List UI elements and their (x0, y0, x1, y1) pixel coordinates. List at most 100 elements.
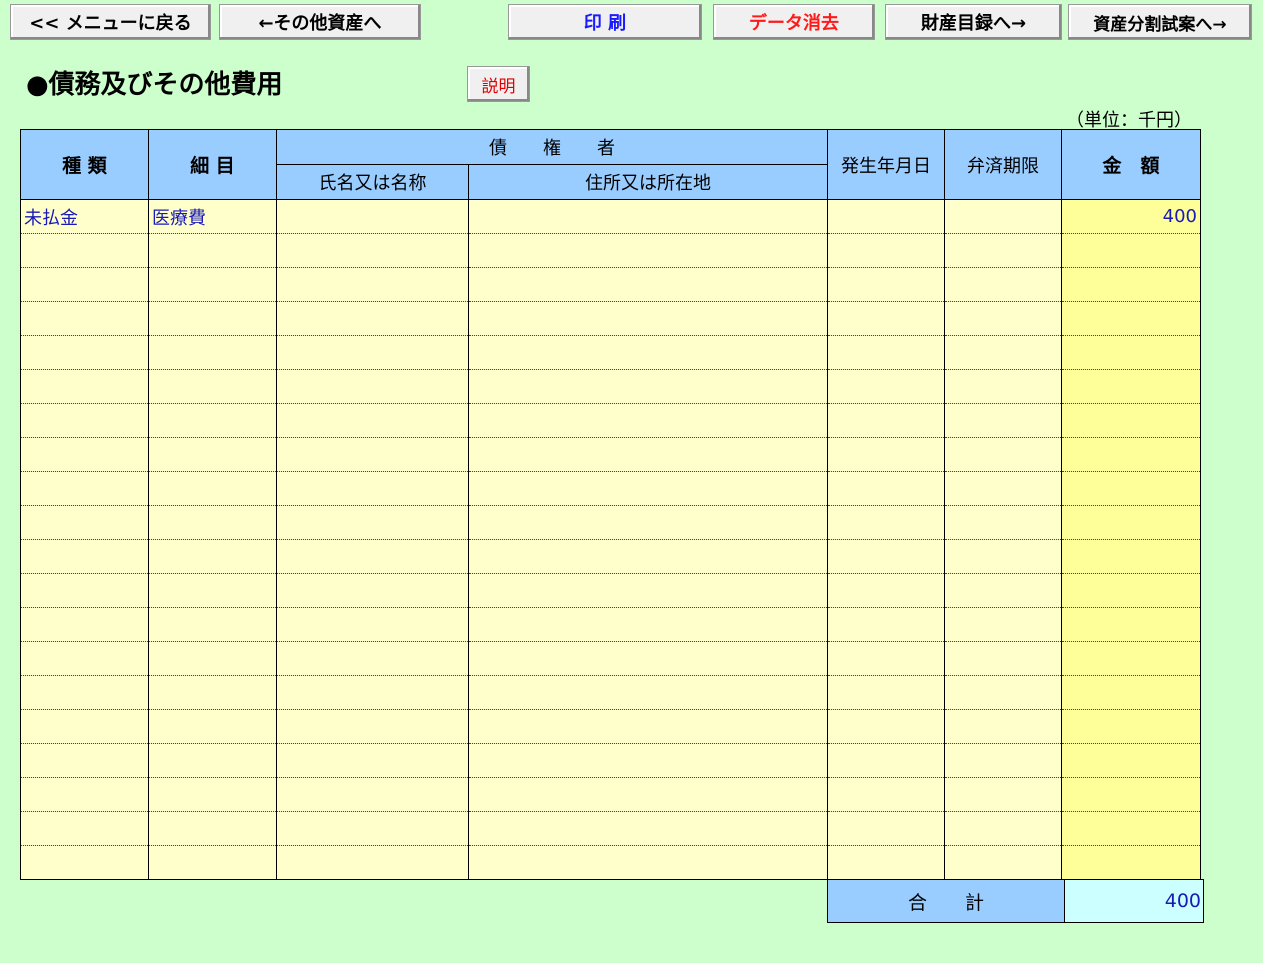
cell-kind[interactable] (20, 301, 149, 336)
cell-due[interactable] (944, 811, 1062, 846)
cell-item[interactable] (148, 811, 277, 846)
cell-item[interactable] (148, 437, 277, 472)
cell-name[interactable] (276, 335, 469, 370)
cell-kind[interactable] (20, 777, 149, 812)
cell-due[interactable] (944, 199, 1062, 234)
cell-kind[interactable] (20, 539, 149, 574)
cell-due[interactable] (944, 845, 1062, 880)
cell-amount[interactable] (1061, 811, 1201, 846)
cell-amount[interactable] (1061, 777, 1201, 812)
cell-kind[interactable] (20, 709, 149, 744)
cell-item[interactable] (148, 267, 277, 302)
print-button[interactable]: 印 刷 (508, 4, 702, 40)
cell-amount[interactable] (1061, 709, 1201, 744)
cell-address[interactable] (468, 505, 828, 540)
cell-item[interactable] (148, 777, 277, 812)
cell-due[interactable] (944, 709, 1062, 744)
cell-name[interactable] (276, 641, 469, 676)
cell-amount[interactable] (1061, 845, 1201, 880)
cell-date[interactable] (827, 539, 945, 574)
cell-item[interactable] (148, 471, 277, 506)
cell-address[interactable] (468, 437, 828, 472)
cell-name[interactable] (276, 539, 469, 574)
cell-name[interactable] (276, 199, 469, 234)
cell-item[interactable] (148, 607, 277, 642)
cell-due[interactable] (944, 641, 1062, 676)
cell-kind[interactable] (20, 335, 149, 370)
cell-name[interactable] (276, 675, 469, 710)
cell-address[interactable] (468, 573, 828, 608)
cell-name[interactable] (276, 811, 469, 846)
cell-amount[interactable] (1061, 335, 1201, 370)
cell-name[interactable] (276, 233, 469, 268)
cell-name[interactable] (276, 403, 469, 438)
cell-date[interactable] (827, 369, 945, 404)
cell-name[interactable] (276, 845, 469, 880)
cell-address[interactable] (468, 539, 828, 574)
cell-date[interactable] (827, 641, 945, 676)
cell-amount[interactable] (1061, 267, 1201, 302)
cell-date[interactable] (827, 675, 945, 710)
cell-item[interactable] (148, 743, 277, 778)
cell-address[interactable] (468, 845, 828, 880)
cell-address[interactable] (468, 777, 828, 812)
cell-address[interactable] (468, 709, 828, 744)
prev-other-assets-button[interactable]: ←その他資産へ (219, 4, 421, 40)
cell-date[interactable] (827, 301, 945, 336)
cell-address[interactable] (468, 233, 828, 268)
cell-name[interactable] (276, 777, 469, 812)
cell-kind[interactable] (20, 641, 149, 676)
cell-item[interactable] (148, 369, 277, 404)
cell-address[interactable] (468, 199, 828, 234)
cell-address[interactable] (468, 675, 828, 710)
cell-amount[interactable] (1061, 743, 1201, 778)
cell-item[interactable] (148, 573, 277, 608)
cell-due[interactable] (944, 369, 1062, 404)
division-plan-button[interactable]: 資産分割試案へ→ (1068, 4, 1252, 40)
cell-item[interactable]: 医療費 (148, 199, 277, 234)
cell-address[interactable] (468, 607, 828, 642)
cell-due[interactable] (944, 301, 1062, 336)
cell-amount[interactable] (1061, 437, 1201, 472)
cell-date[interactable] (827, 777, 945, 812)
cell-item[interactable] (148, 233, 277, 268)
cell-item[interactable] (148, 403, 277, 438)
cell-due[interactable] (944, 743, 1062, 778)
cell-item[interactable] (148, 301, 277, 336)
cell-date[interactable] (827, 233, 945, 268)
cell-item[interactable] (148, 539, 277, 574)
cell-name[interactable] (276, 607, 469, 642)
cell-address[interactable] (468, 301, 828, 336)
cell-amount[interactable] (1061, 641, 1201, 676)
cell-item[interactable] (148, 641, 277, 676)
cell-due[interactable] (944, 437, 1062, 472)
cell-item[interactable] (148, 505, 277, 540)
cell-kind[interactable] (20, 437, 149, 472)
cell-date[interactable] (827, 437, 945, 472)
cell-amount[interactable] (1061, 301, 1201, 336)
cell-address[interactable] (468, 471, 828, 506)
clear-data-button[interactable]: データ消去 (713, 4, 875, 40)
cell-due[interactable] (944, 539, 1062, 574)
cell-kind[interactable] (20, 471, 149, 506)
cell-due[interactable] (944, 777, 1062, 812)
cell-due[interactable] (944, 607, 1062, 642)
cell-name[interactable] (276, 267, 469, 302)
cell-date[interactable] (827, 607, 945, 642)
cell-date[interactable] (827, 573, 945, 608)
cell-amount[interactable]: 400 (1061, 199, 1201, 234)
cell-amount[interactable] (1061, 505, 1201, 540)
cell-kind[interactable] (20, 267, 149, 302)
cell-kind[interactable] (20, 403, 149, 438)
cell-date[interactable] (827, 505, 945, 540)
cell-address[interactable] (468, 267, 828, 302)
cell-name[interactable] (276, 709, 469, 744)
help-button[interactable]: 説明 (467, 66, 530, 102)
cell-kind[interactable] (20, 573, 149, 608)
cell-kind[interactable] (20, 845, 149, 880)
cell-due[interactable] (944, 471, 1062, 506)
cell-due[interactable] (944, 403, 1062, 438)
cell-amount[interactable] (1061, 607, 1201, 642)
cell-kind[interactable] (20, 675, 149, 710)
cell-address[interactable] (468, 811, 828, 846)
